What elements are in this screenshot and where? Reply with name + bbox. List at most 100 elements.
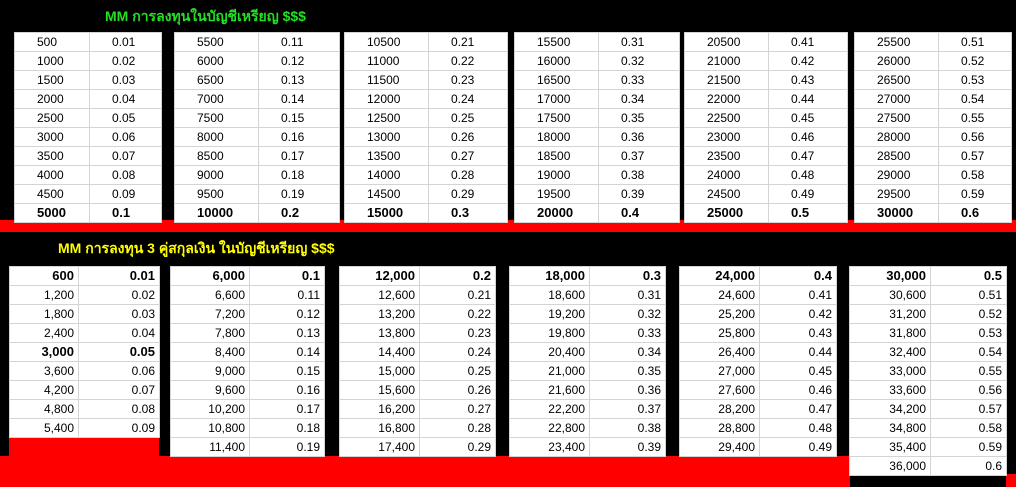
lot-cell: 0.08 xyxy=(78,399,160,419)
table-row: 2500 0.05 xyxy=(14,108,162,128)
lot-cell: 0.54 xyxy=(938,89,1012,109)
amount-cell: 19,800 xyxy=(509,323,590,343)
amount-cell: 7000 xyxy=(174,89,259,109)
amount-cell: 27500 xyxy=(854,108,939,128)
amount-cell: 13,800 xyxy=(339,323,420,343)
lot-cell: 0.39 xyxy=(589,437,666,457)
lot-cell: 0.58 xyxy=(938,165,1012,185)
table-row: 10,200 0.17 xyxy=(170,399,325,419)
amount-cell: 15,000 xyxy=(339,361,420,381)
lot-cell: 0.52 xyxy=(938,51,1012,71)
section2-table-6: 30,000 0.5 30,600 0.51 31,200 0.52 31,800 0.53 3… xyxy=(849,266,1007,476)
table-row: 29000 0.58 xyxy=(854,165,1012,185)
lot-cell: 0.5 xyxy=(768,203,848,223)
table-row: 11000 0.22 xyxy=(344,51,508,71)
lot-cell: 0.55 xyxy=(930,361,1007,381)
amount-cell: 15,600 xyxy=(339,380,420,400)
table-row: 3000 0.06 xyxy=(14,127,162,147)
lot-cell: 0.56 xyxy=(938,127,1012,147)
section2-red-bar xyxy=(0,456,850,487)
amount-cell: 29500 xyxy=(854,184,939,204)
lot-cell: 0.53 xyxy=(938,70,1012,90)
lot-cell: 0.5 xyxy=(930,266,1007,286)
table-row: 1000 0.02 xyxy=(14,51,162,71)
lot-cell: 0.05 xyxy=(89,108,162,128)
amount-cell: 34,800 xyxy=(849,418,931,438)
table-row: 14,400 0.24 xyxy=(339,342,496,362)
table-row: 22000 0.44 xyxy=(684,89,848,109)
lot-cell: 0.01 xyxy=(89,32,162,52)
amount-cell: 3,000 xyxy=(9,342,79,362)
lot-cell: 0.51 xyxy=(930,285,1007,305)
amount-cell: 27,000 xyxy=(679,361,760,381)
lot-cell: 0.24 xyxy=(419,342,496,362)
amount-cell: 24,000 xyxy=(679,266,760,286)
lot-cell: 0.23 xyxy=(419,323,496,343)
amount-cell: 34,200 xyxy=(849,399,931,419)
amount-cell: 1000 xyxy=(14,51,90,71)
amount-cell: 21000 xyxy=(684,51,769,71)
table-row: 6500 0.13 xyxy=(174,70,340,90)
table-row: 9,000 0.15 xyxy=(170,361,325,381)
table-row: 15,600 0.26 xyxy=(339,380,496,400)
lot-cell: 0.59 xyxy=(930,437,1007,457)
amount-cell: 25500 xyxy=(854,32,939,52)
lot-cell: 0.19 xyxy=(249,437,325,457)
table-row: 15500 0.31 xyxy=(514,32,680,52)
amount-cell: 17500 xyxy=(514,108,599,128)
lot-cell: 0.19 xyxy=(258,184,340,204)
table-row: 19,200 0.32 xyxy=(509,304,666,324)
table-row: 27000 0.54 xyxy=(854,89,1012,109)
amount-cell: 25,800 xyxy=(679,323,760,343)
amount-cell: 4,800 xyxy=(9,399,79,419)
table-row: 1,800 0.03 xyxy=(9,304,160,324)
lot-cell: 0.45 xyxy=(768,108,848,128)
lot-cell: 0.53 xyxy=(930,323,1007,343)
amount-cell: 10,200 xyxy=(170,399,250,419)
amount-cell: 2500 xyxy=(14,108,90,128)
lot-cell: 0.36 xyxy=(598,127,680,147)
lot-cell: 0.3 xyxy=(428,203,508,223)
section1-table-6: 25500 0.51 26000 0.52 26500 0.53 27000 0.54 2750… xyxy=(854,32,1012,223)
lot-cell: 0.02 xyxy=(89,51,162,71)
table-row: 8,400 0.14 xyxy=(170,342,325,362)
lot-cell: 0.18 xyxy=(249,418,325,438)
table-row: 14500 0.29 xyxy=(344,184,508,204)
table-row: 13500 0.27 xyxy=(344,146,508,166)
lot-cell: 0.01 xyxy=(78,266,160,286)
amount-cell: 31,800 xyxy=(849,323,931,343)
lot-cell: 0.56 xyxy=(930,380,1007,400)
amount-cell: 3,600 xyxy=(9,361,79,381)
lot-cell: 0.35 xyxy=(589,361,666,381)
lot-cell: 0.1 xyxy=(89,203,162,223)
table-row: 26,400 0.44 xyxy=(679,342,837,362)
lot-cell: 0.44 xyxy=(768,89,848,109)
table-row: 600 0.01 xyxy=(9,266,160,286)
lot-cell: 0.37 xyxy=(598,146,680,166)
amount-cell: 32,400 xyxy=(849,342,931,362)
table-row: 19500 0.39 xyxy=(514,184,680,204)
table-row: 4,200 0.07 xyxy=(9,380,160,400)
amount-cell: 15000 xyxy=(344,203,429,223)
lot-cell: 0.42 xyxy=(768,51,848,71)
table-row: 4500 0.09 xyxy=(14,184,162,204)
amount-cell: 14,400 xyxy=(339,342,420,362)
amount-cell: 19,200 xyxy=(509,304,590,324)
section2-table-4: 18,000 0.3 18,600 0.31 19,200 0.32 19,800 0.33 2… xyxy=(509,266,666,457)
lot-cell: 0.59 xyxy=(938,184,1012,204)
amount-cell: 16,800 xyxy=(339,418,420,438)
lot-cell: 0.34 xyxy=(589,342,666,362)
amount-cell: 28,200 xyxy=(679,399,760,419)
lot-cell: 0.48 xyxy=(759,418,837,438)
lot-cell: 0.58 xyxy=(930,418,1007,438)
lot-cell: 0.3 xyxy=(589,266,666,286)
lot-cell: 0.45 xyxy=(759,361,837,381)
table-row: 21,000 0.35 xyxy=(509,361,666,381)
table-row: 11,400 0.19 xyxy=(170,437,325,457)
lot-cell: 0.46 xyxy=(768,127,848,147)
lot-cell: 0.52 xyxy=(930,304,1007,324)
section2-table-5: 24,000 0.4 24,600 0.41 25,200 0.42 25,800 0.43 2… xyxy=(679,266,837,457)
lot-cell: 0.22 xyxy=(428,51,508,71)
amount-cell: 33,000 xyxy=(849,361,931,381)
lot-cell: 0.09 xyxy=(89,184,162,204)
